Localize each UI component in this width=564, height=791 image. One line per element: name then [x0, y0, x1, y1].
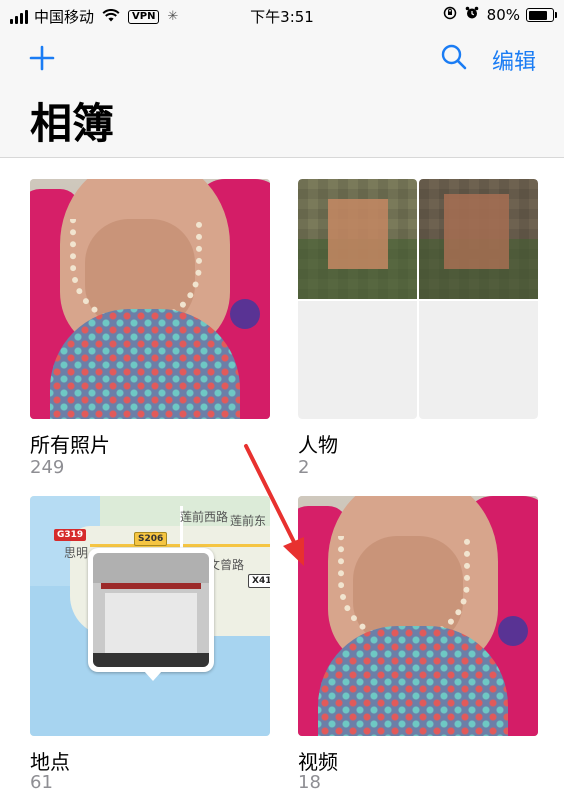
album-count: 18	[298, 772, 321, 791]
search-button[interactable]	[440, 43, 468, 71]
selfie-photo-image	[30, 179, 270, 419]
plus-icon	[29, 45, 55, 71]
battery-icon	[526, 8, 557, 22]
album-thumbnail[interactable]	[298, 496, 538, 736]
people-collage	[298, 179, 538, 419]
empty-person-slot	[419, 301, 538, 419]
status-bar-left: 中国移动 VPN ✳	[10, 6, 178, 27]
signal-strength-icon	[10, 9, 28, 24]
road-shield: G319	[54, 529, 87, 541]
place-photo-pin	[88, 548, 214, 681]
album-name: 地点	[30, 750, 70, 774]
album-thumbnail[interactable]	[298, 179, 538, 419]
wifi-icon	[102, 8, 120, 26]
search-icon	[441, 44, 467, 70]
album-name: 所有照片	[30, 433, 110, 457]
album-name: 视频	[298, 750, 338, 774]
map-label: 思明	[64, 546, 89, 560]
album-thumbnail[interactable]	[30, 179, 270, 419]
map-label: 莲前东	[230, 514, 267, 528]
album-name: 人物	[298, 433, 338, 457]
album-all-photos[interactable]: 所有照片 249	[30, 179, 270, 479]
orientation-lock-icon	[443, 6, 457, 24]
navigation-bar: 编辑 相簿	[0, 32, 564, 158]
album-videos[interactable]: 视频 18	[298, 496, 538, 791]
album-count: 249	[30, 457, 65, 478]
battery-percent: 80%	[486, 6, 520, 24]
edit-button[interactable]: 编辑	[492, 44, 536, 76]
carrier-name: 中国移动	[34, 8, 95, 26]
status-bar-right: 80%	[443, 6, 557, 24]
album-thumbnail[interactable]: 思明 莲前西路 莲前东 文曾路 G319 S206 X410	[30, 496, 270, 736]
person-face-image	[298, 179, 417, 299]
photos-app-screen: 中国移动 VPN ✳ 下午3:51 80% 编辑 相簿 所有照片 249 人物 …	[0, 0, 564, 791]
place-photo-image	[93, 553, 209, 667]
person-face-image	[419, 179, 538, 299]
alarm-icon	[465, 6, 479, 24]
road-shield: X410	[248, 574, 270, 588]
album-places[interactable]: 思明 莲前西路 莲前东 文曾路 G319 S206 X410 地点	[30, 496, 270, 791]
empty-person-slot	[298, 301, 417, 419]
page-title: 相簿	[30, 99, 115, 148]
video-thumbnail-image	[298, 496, 538, 736]
activity-spinner-icon: ✳	[167, 9, 179, 24]
vpn-badge: VPN	[128, 9, 160, 24]
road-shield: S206	[134, 532, 168, 546]
album-count: 2	[298, 457, 310, 478]
map-label: 莲前西路	[180, 510, 229, 524]
album-count: 61	[30, 772, 53, 791]
status-bar: 中国移动 VPN ✳ 下午3:51 80%	[0, 0, 564, 32]
add-album-button[interactable]	[28, 44, 56, 72]
album-people[interactable]: 人物 2	[298, 179, 538, 479]
map-image: 思明 莲前西路 莲前东 文曾路 G319 S206 X410	[30, 496, 270, 736]
